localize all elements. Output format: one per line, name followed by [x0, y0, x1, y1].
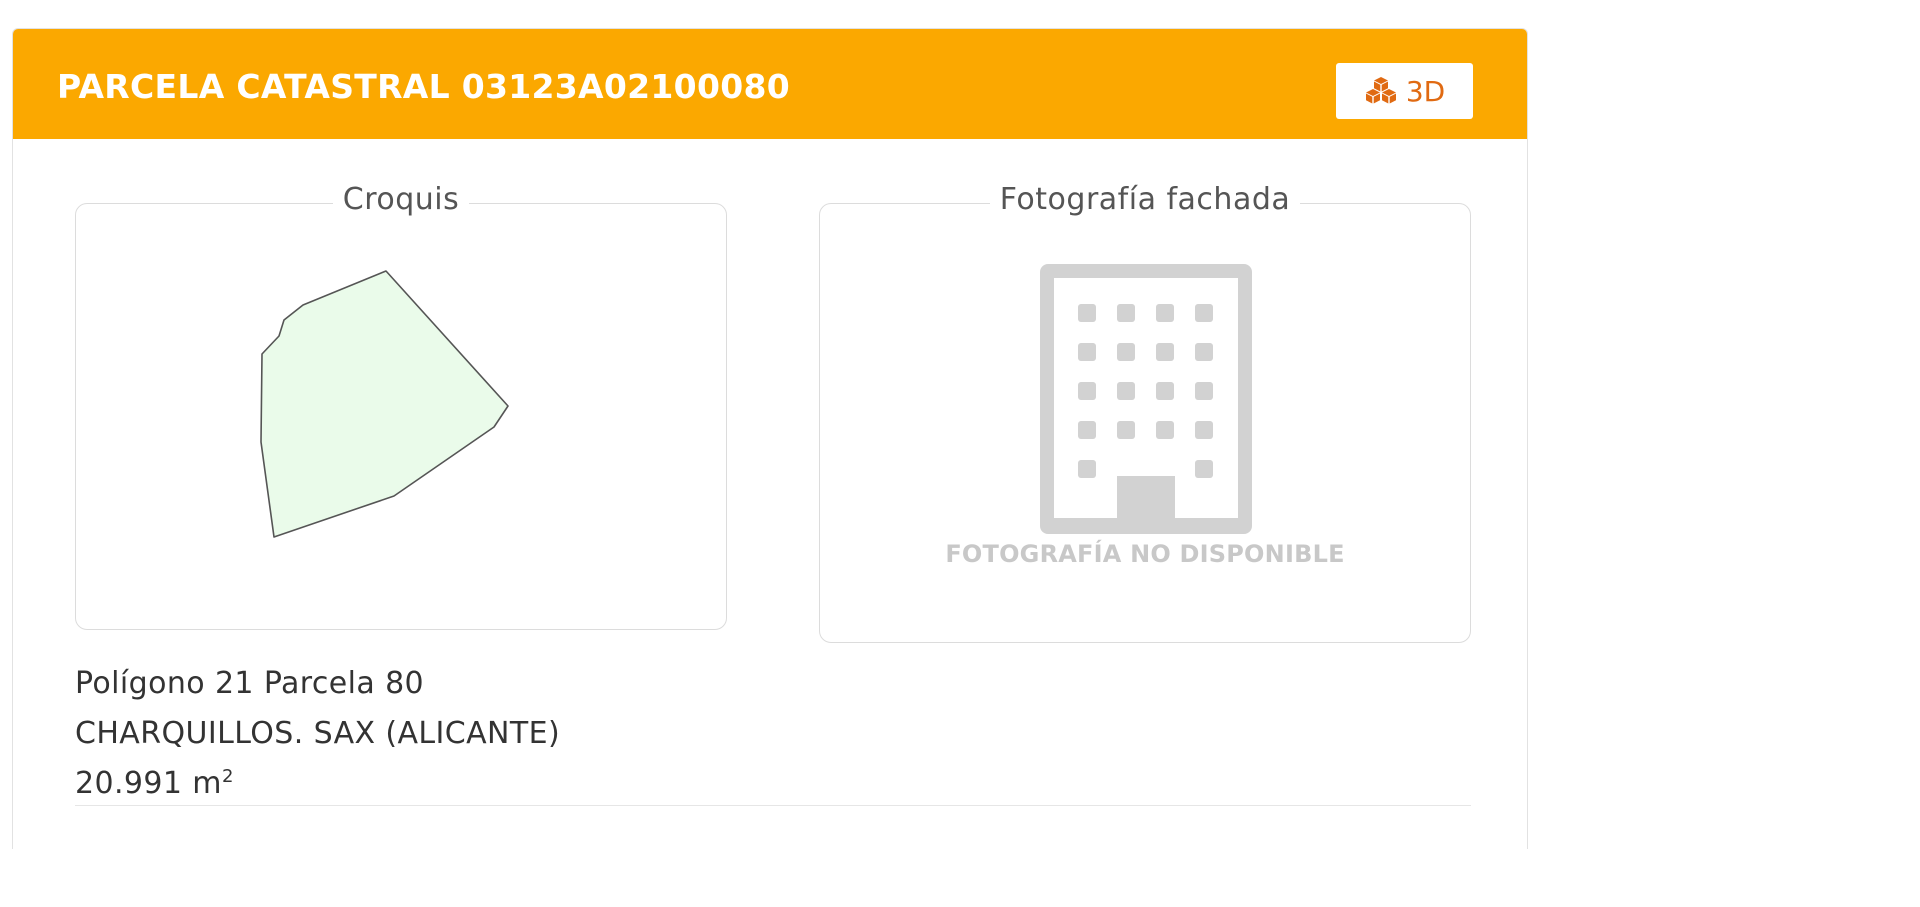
building-icon — [1040, 264, 1252, 534]
parcel-area-unit-superscript: 2 — [221, 766, 234, 787]
parcel-area-value: 20.991 m — [75, 766, 222, 801]
panel-header: PARCELA CATASTRAL 03123A02100080 3D — [13, 29, 1527, 139]
photo-unavailable-text: FOTOGRAFÍA NO DISPONIBLE — [945, 540, 1345, 568]
parcel-panel: PARCELA CATASTRAL 03123A02100080 3D Croq… — [12, 28, 1528, 849]
parcel-title: PARCELA CATASTRAL 03123A02100080 — [57, 67, 790, 106]
parcel-place: CHARQUILLOS. SAX (ALICANTE) — [75, 716, 561, 751]
parcel-polygon — [260, 270, 509, 538]
parcel-sketch[interactable] — [76, 204, 728, 631]
view-3d-label: 3D — [1405, 74, 1446, 108]
fachada-box: Fotografía fachada FOTOGRAFÍA NO DISPONI… — [819, 182, 1471, 643]
fachada-legend: Fotografía fachada — [989, 182, 1301, 217]
cubes-icon — [1364, 76, 1398, 106]
parcel-location: Polígono 21 Parcela 80 — [75, 666, 425, 701]
parcel-info: Polígono 21 Parcela 80 CHARQUILLOS. SAX … — [75, 659, 560, 809]
view-3d-button[interactable]: 3D — [1336, 63, 1473, 119]
croquis-box: Croquis — [75, 182, 728, 631]
divider — [75, 805, 1471, 806]
parcel-area: 20.991 m2 — [75, 759, 560, 809]
